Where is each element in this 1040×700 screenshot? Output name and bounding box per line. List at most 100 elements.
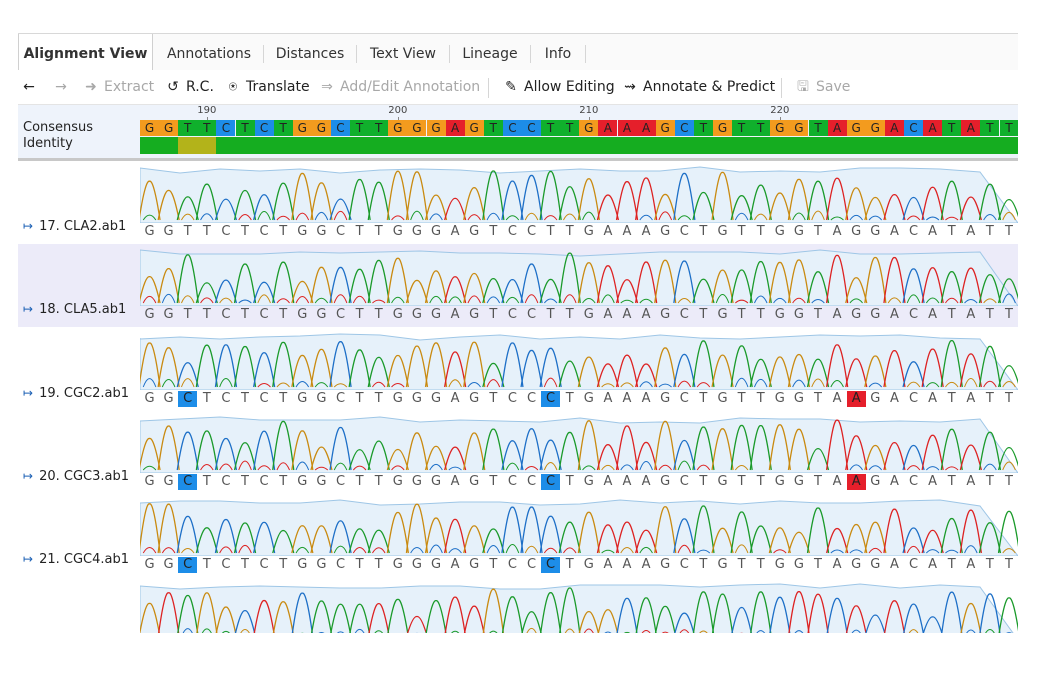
base-call[interactable]: T: [942, 224, 961, 240]
base-call[interactable]: T: [350, 391, 369, 407]
read-track[interactable]: [18, 578, 1018, 633]
base-call[interactable]: T: [484, 474, 503, 490]
base-call[interactable]: G: [789, 391, 808, 407]
base-call[interactable]: C: [522, 391, 541, 407]
base-call[interactable]: C: [331, 557, 350, 573]
base-call[interactable]: G: [656, 224, 675, 240]
base-call[interactable]: C: [331, 391, 350, 407]
consensus-base[interactable]: A: [617, 120, 637, 136]
consensus-base[interactable]: G: [292, 120, 312, 136]
base-call[interactable]: T: [751, 391, 770, 407]
base-call[interactable]: T: [1000, 474, 1019, 490]
consensus-base[interactable]: A: [636, 120, 656, 136]
base-calls[interactable]: GGTTCTCTGGCTTGGGAGTCCTTGAAAGCTGTTGGTAGGA…: [140, 307, 1018, 323]
consensus-sequence[interactable]: GGTTCTCTGGCTTGGGAGTCCTTGAAAGCTGTTGGTAGGA…: [140, 120, 1018, 136]
base-call[interactable]: T: [694, 224, 713, 240]
base-call[interactable]: T: [980, 307, 999, 323]
base-call[interactable]: G: [407, 307, 426, 323]
consensus-base[interactable]: G: [388, 120, 408, 136]
read-track[interactable]: ↦ 17. CLA2.ab1 G G T T C T C T G G C T T G G G A G T C C T T G A A A…: [18, 161, 1018, 244]
consensus-base[interactable]: T: [369, 120, 389, 136]
base-call[interactable]: G: [770, 307, 789, 323]
base-call[interactable]: A: [446, 557, 465, 573]
base-call[interactable]: T: [236, 474, 255, 490]
base-call[interactable]: G: [579, 391, 598, 407]
base-call[interactable]: T: [484, 224, 503, 240]
base-call[interactable]: T: [197, 307, 216, 323]
consensus-base[interactable]: G: [770, 120, 790, 136]
base-call[interactable]: G: [579, 557, 598, 573]
base-call[interactable]: G: [656, 391, 675, 407]
base-call[interactable]: A: [828, 307, 847, 323]
base-call[interactable]: G: [293, 224, 312, 240]
base-call[interactable]: A: [618, 557, 637, 573]
base-call[interactable]: C: [255, 391, 274, 407]
base-call[interactable]: C: [522, 474, 541, 490]
base-call[interactable]: T: [236, 557, 255, 573]
base-call[interactable]: G: [388, 557, 407, 573]
consensus-base[interactable]: T: [732, 120, 752, 136]
base-call[interactable]: G: [388, 391, 407, 407]
base-call[interactable]: T: [809, 391, 828, 407]
base-call[interactable]: G: [656, 307, 675, 323]
base-calls[interactable]: GGCTCTCTGGCTTGGGAGTCCCTGAAAGCTGTTGGTAAGA…: [140, 390, 1018, 407]
base-call[interactable]: G: [388, 307, 407, 323]
base-calls[interactable]: GGTTCTCTGGCTTGGGAGTCCTTGAAAGCTGTTGGTAGGA…: [140, 224, 1018, 240]
base-call[interactable]: A: [598, 307, 617, 323]
base-call[interactable]: G: [312, 474, 331, 490]
base-call[interactable]: T: [694, 391, 713, 407]
consensus-base[interactable]: G: [655, 120, 675, 136]
base-call[interactable]: G: [427, 391, 446, 407]
base-call[interactable]: G: [293, 307, 312, 323]
read-name[interactable]: ↦ 19. CGC2.ab1: [23, 386, 129, 401]
base-call[interactable]: A: [828, 224, 847, 240]
base-call[interactable]: C: [522, 307, 541, 323]
base-call[interactable]: G: [579, 474, 598, 490]
tab-distances[interactable]: Distances: [264, 34, 356, 70]
mismatch-base[interactable]: C: [178, 390, 198, 407]
base-call[interactable]: G: [465, 391, 484, 407]
tab-annotations[interactable]: Annotations: [155, 34, 263, 70]
base-call[interactable]: C: [904, 307, 923, 323]
base-call[interactable]: G: [847, 307, 866, 323]
base-call[interactable]: C: [503, 224, 522, 240]
consensus-base[interactable]: G: [579, 120, 599, 136]
consensus-base[interactable]: C: [522, 120, 541, 136]
base-call[interactable]: C: [255, 474, 274, 490]
consensus-base[interactable]: T: [350, 120, 370, 136]
base-call[interactable]: G: [159, 391, 178, 407]
base-call[interactable]: C: [904, 557, 923, 573]
base-call[interactable]: T: [942, 557, 961, 573]
base-call[interactable]: C: [904, 224, 923, 240]
base-call[interactable]: C: [675, 224, 694, 240]
consensus-base[interactable]: G: [846, 120, 866, 136]
base-call[interactable]: A: [637, 224, 656, 240]
base-call[interactable]: T: [560, 391, 579, 407]
base-call[interactable]: C: [675, 474, 694, 490]
base-call[interactable]: T: [369, 391, 388, 407]
base-call[interactable]: G: [312, 224, 331, 240]
base-call[interactable]: G: [159, 307, 178, 323]
mismatch-base[interactable]: A: [846, 473, 866, 490]
consensus-base[interactable]: T: [980, 120, 1000, 136]
base-call[interactable]: C: [331, 474, 350, 490]
base-call[interactable]: G: [770, 474, 789, 490]
base-call[interactable]: G: [140, 557, 159, 573]
read-track[interactable]: ↦ 20. CGC3.ab1 G G C T C T C T G G C T T G G G A G T C C C T G A A A…: [18, 411, 1018, 494]
base-call[interactable]: C: [331, 307, 350, 323]
base-call[interactable]: G: [465, 224, 484, 240]
base-call[interactable]: G: [159, 474, 178, 490]
base-call[interactable]: T: [560, 557, 579, 573]
base-call[interactable]: G: [847, 224, 866, 240]
read-name[interactable]: ↦ 17. CLA2.ab1: [23, 219, 126, 234]
base-call[interactable]: T: [942, 474, 961, 490]
extract-button[interactable]: ➜ Extract: [82, 70, 154, 104]
consensus-base[interactable]: T: [178, 120, 198, 136]
base-call[interactable]: T: [1000, 557, 1019, 573]
base-call[interactable]: G: [866, 391, 885, 407]
consensus-base[interactable]: T: [235, 120, 255, 136]
consensus-base[interactable]: T: [999, 120, 1018, 136]
base-call[interactable]: G: [427, 474, 446, 490]
save-button[interactable]: 🖫 Save: [794, 70, 850, 104]
base-call[interactable]: A: [637, 307, 656, 323]
